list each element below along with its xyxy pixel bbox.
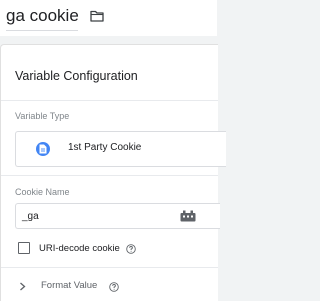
uri-decode-label: URI-decode cookie — [39, 243, 120, 254]
cookie-name-value: _ga — [22, 211, 39, 222]
variable-name-input[interactable]: ga cookie — [6, 6, 79, 26]
folder-icon[interactable] — [90, 10, 104, 22]
variable-configuration-panel: Variable Configuration Variable Type 1st… — [0, 44, 226, 301]
chevron-right-icon[interactable] — [19, 282, 26, 291]
variable-type-card[interactable]: 1st Party Cookie — [15, 131, 226, 167]
divider — [1, 175, 218, 176]
top-bar: ga cookie — [0, 0, 217, 36]
panel-title: Variable Configuration — [15, 69, 138, 83]
uri-decode-checkbox[interactable] — [18, 242, 30, 254]
title-underline — [6, 30, 78, 31]
cookie-file-icon — [36, 142, 50, 156]
help-icon[interactable] — [126, 244, 136, 254]
variable-type-name: 1st Party Cookie — [68, 142, 142, 153]
format-value-label[interactable]: Format Value — [41, 280, 97, 291]
cookie-name-input[interactable]: _ga — [15, 203, 220, 229]
variable-picker-icon[interactable] — [180, 210, 196, 222]
divider — [1, 267, 218, 268]
cookie-name-label: Cookie Name — [15, 187, 70, 197]
divider — [1, 100, 218, 101]
help-icon[interactable] — [109, 282, 119, 292]
variable-type-label: Variable Type — [15, 111, 70, 121]
